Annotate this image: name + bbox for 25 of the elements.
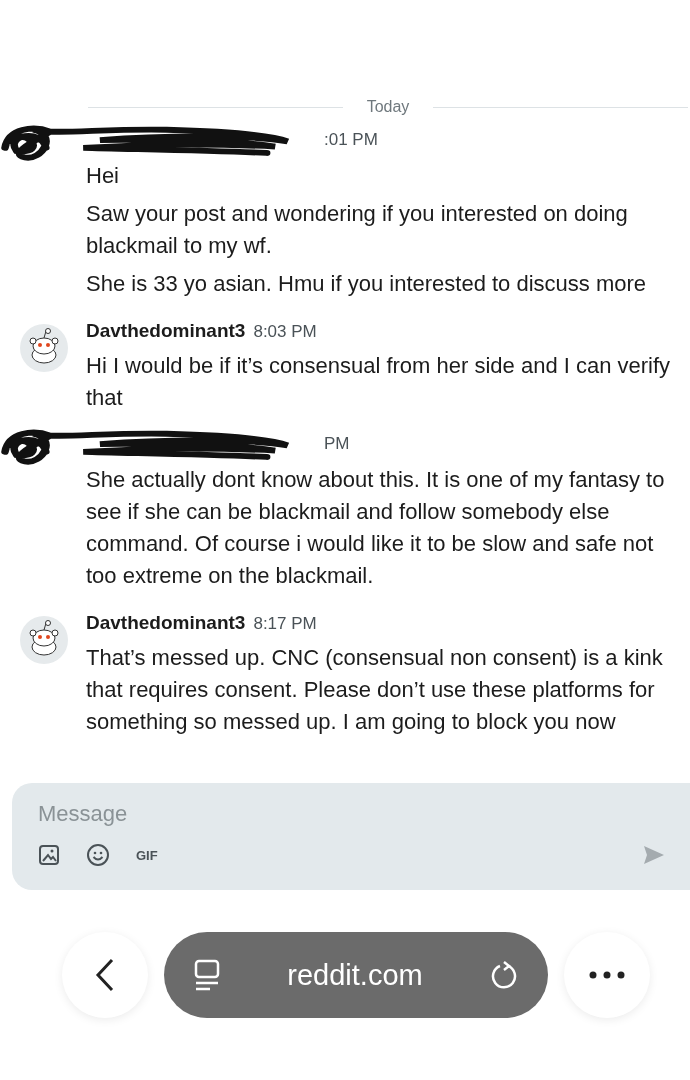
- reload-icon[interactable]: [490, 960, 519, 990]
- author-name: Davthedominant3: [86, 320, 246, 342]
- avatar-icon: [20, 616, 68, 664]
- image-icon[interactable]: [38, 844, 60, 866]
- page-icon: [193, 959, 220, 991]
- message-text: That’s messed up. CNC (consensual non consent) is a kink that requires consent. Please don’t use these platforms for something so messed up. I am going to block you now: [86, 644, 664, 736]
- avatar-icon: [20, 324, 68, 372]
- date-divider-label: Today: [366, 98, 410, 116]
- message-time: 8:17 PM: [253, 614, 317, 634]
- chevron-left-icon: [94, 958, 115, 992]
- message-text: Hei: [86, 162, 120, 190]
- message-field[interactable]: Message: [38, 801, 676, 827]
- message-text: She actually dont know about this. It is one of my fantasy to see if she can be blackmail and follow somebody else command. Of course i would like it to be slow and safe not too extreme on the blackmail.: [86, 466, 666, 590]
- address-bar[interactable]: reddit.com: [163, 932, 549, 1018]
- message-text: Saw your post and wondering if you interested on doing blackmail to my wf.: [86, 200, 629, 260]
- url-text: reddit.com: [286, 958, 424, 992]
- message-time: 8:03 PM: [253, 322, 317, 342]
- message-text: She is 33 yo asian. Hmu if you interested to discuss more: [86, 270, 648, 298]
- gif-button[interactable]: GIF: [136, 847, 158, 863]
- emoji-icon[interactable]: [86, 843, 110, 867]
- message-text: Hi I would be if it’s consensual from her side and I can verify that: [86, 352, 672, 412]
- message-time: PM: [324, 434, 350, 454]
- more-icon: [589, 971, 626, 979]
- message-time: :01 PM: [324, 130, 378, 150]
- author-name: Davthedominant3: [86, 612, 246, 634]
